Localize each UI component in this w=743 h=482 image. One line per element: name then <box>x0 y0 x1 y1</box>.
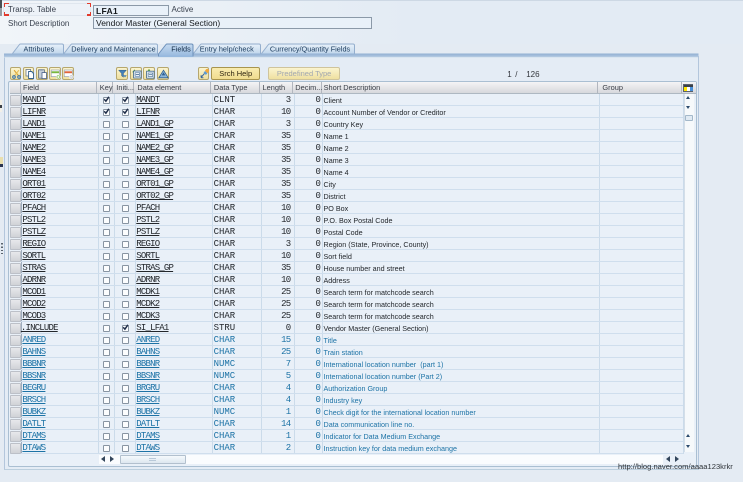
svg-text:Delivery and Maintenance: Delivery and Maintenance <box>71 45 155 54</box>
svg-text:Attributes: Attributes <box>24 45 55 54</box>
svg-text:Fields: Fields <box>171 45 191 54</box>
svg-text:Currency/Quantity Fields: Currency/Quantity Fields <box>270 45 351 54</box>
svg-text:Entry help/check: Entry help/check <box>200 45 254 54</box>
